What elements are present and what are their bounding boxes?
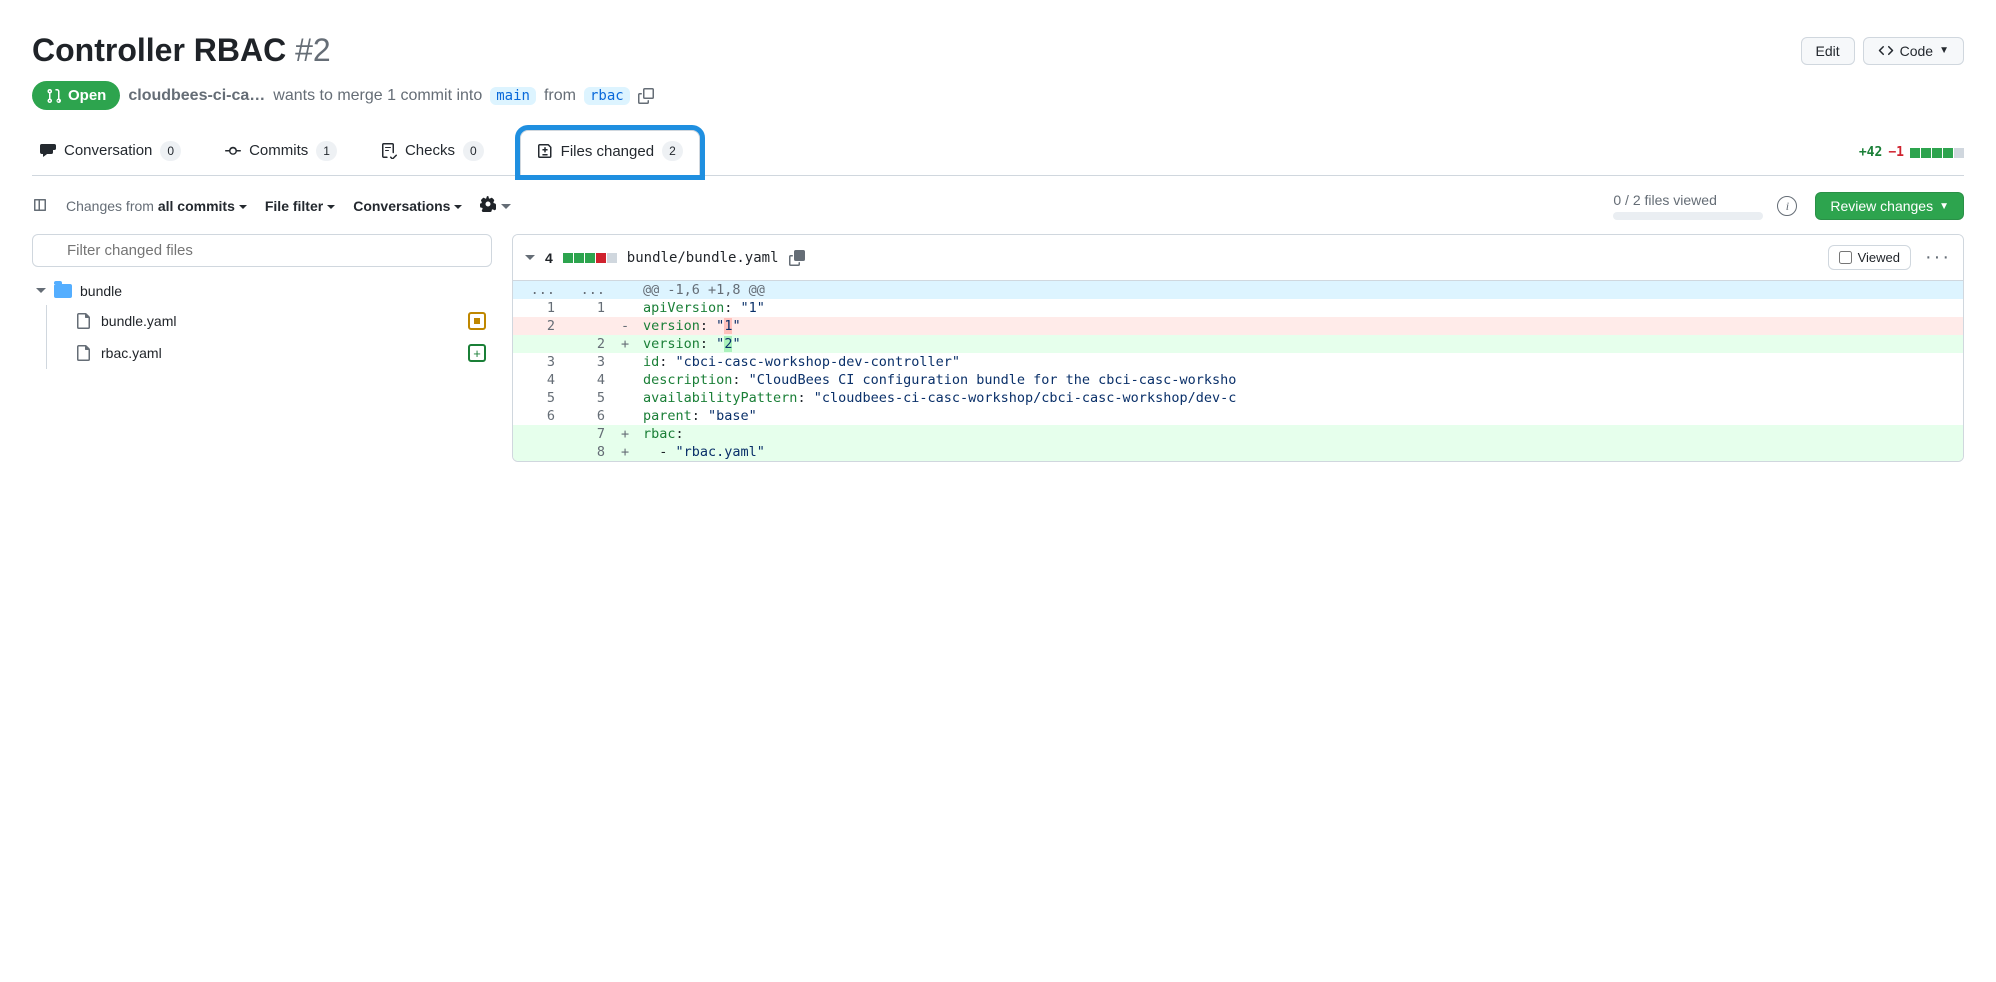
file-tree: bundle bundle.yaml rbac.yaml + (32, 277, 492, 369)
info-icon[interactable]: i (1777, 196, 1797, 216)
checklist-icon (381, 143, 397, 159)
viewed-checkbox-input[interactable] (1839, 251, 1852, 264)
tree-folder[interactable]: bundle (32, 277, 492, 305)
tree-file-name: rbac.yaml (101, 345, 162, 361)
comment-discussion-icon (40, 143, 56, 159)
pr-meta: Open cloudbees-ci-ca… wants to merge 1 c… (32, 81, 1964, 110)
diff-toolbar: Changes from all commits File filter Con… (32, 192, 1964, 220)
git-commit-icon (225, 143, 241, 159)
folder-icon (54, 284, 72, 298)
overall-diffstat: +42 −1 (1859, 145, 1964, 160)
pr-tabs: Conversation 0 Commits 1 Checks 0 Files … (32, 130, 1964, 176)
diff-line[interactable]: 11apiVersion: "1" (513, 299, 1963, 317)
file-path[interactable]: bundle/bundle.yaml (627, 250, 779, 266)
gear-icon (480, 196, 496, 212)
tab-commits[interactable]: Commits 1 (217, 131, 345, 175)
diff-line[interactable]: 44description: "CloudBees CI configurati… (513, 371, 1963, 389)
copy-path-icon[interactable] (789, 250, 805, 266)
tab-files-changed[interactable]: Files changed 2 (520, 130, 700, 175)
hunk-header-row[interactable]: ...... @@ -1,6 +1,8 @@ (513, 281, 1963, 299)
files-viewed-progress (1613, 212, 1763, 220)
file-actions-menu[interactable]: ··· (1925, 246, 1951, 269)
collapse-file-button[interactable] (525, 255, 535, 265)
tab-checks[interactable]: Checks 0 (373, 131, 492, 175)
toggle-file-tree-button[interactable] (32, 197, 48, 216)
pr-author[interactable]: cloudbees-ci-ca… (128, 87, 265, 105)
chevron-down-icon: ▼ (1939, 45, 1949, 56)
diff-line[interactable]: 66parent: "base" (513, 407, 1963, 425)
head-branch[interactable]: rbac (584, 87, 630, 105)
edit-button[interactable]: Edit (1801, 37, 1855, 65)
pr-state-badge: Open (32, 81, 120, 110)
viewed-checkbox[interactable]: Viewed (1828, 245, 1911, 270)
diff-line[interactable]: 7+rbac: (513, 425, 1963, 443)
tree-file-name: bundle.yaml (101, 313, 177, 329)
pr-title: Controller RBAC #2 (32, 32, 331, 69)
diff-settings-button[interactable] (480, 196, 510, 217)
tree-file[interactable]: rbac.yaml + (69, 337, 492, 369)
file-filter-dropdown[interactable]: File filter (265, 198, 335, 214)
file-diffstat-pips (563, 253, 617, 263)
file-status-badge: + (468, 344, 486, 362)
filter-files-input[interactable] (32, 234, 492, 267)
diff-line[interactable]: 33id: "cbci-casc-workshop-dev-controller… (513, 353, 1963, 371)
file-diff-panel: 4 bundle/bundle.yaml Viewed ··· ...... @… (512, 234, 1964, 462)
file-diffstat-count: 4 (545, 250, 553, 266)
tree-file[interactable]: bundle.yaml (69, 305, 492, 337)
files-viewed-text: 0 / 2 files viewed (1613, 192, 1763, 208)
diffstat-pips (1910, 148, 1964, 158)
pr-number: #2 (295, 32, 331, 68)
sidebar-collapse-icon (32, 197, 48, 213)
conversations-dropdown[interactable]: Conversations (353, 198, 462, 214)
code-icon (1878, 43, 1894, 59)
base-branch[interactable]: main (490, 87, 536, 105)
chevron-down-icon (36, 288, 46, 298)
chevron-down-icon: ▼ (1939, 201, 1949, 212)
diff-line[interactable]: 8+ - "rbac.yaml" (513, 443, 1963, 461)
copy-icon[interactable] (638, 88, 654, 104)
chevron-down-icon (501, 204, 511, 214)
diff-line[interactable]: 55availabilityPattern: "cloudbees-ci-cas… (513, 389, 1963, 407)
file-icon (75, 313, 91, 329)
pr-title-text: Controller RBAC (32, 32, 286, 68)
diff-line[interactable]: 2-version: "1" (513, 317, 1963, 335)
tab-conversation[interactable]: Conversation 0 (32, 131, 189, 175)
diff-table: ...... @@ -1,6 +1,8 @@ 11apiVersion: "1"… (513, 281, 1963, 461)
diff-line[interactable]: 2+version: "2" (513, 335, 1963, 353)
file-diff-icon (537, 143, 553, 159)
changes-from-dropdown[interactable]: Changes from all commits (66, 198, 247, 214)
code-button[interactable]: Code ▼ (1863, 37, 1964, 65)
git-pull-request-icon (46, 88, 62, 104)
file-icon (75, 345, 91, 361)
file-status-badge (468, 312, 486, 330)
review-changes-button[interactable]: Review changes ▼ (1815, 192, 1964, 220)
